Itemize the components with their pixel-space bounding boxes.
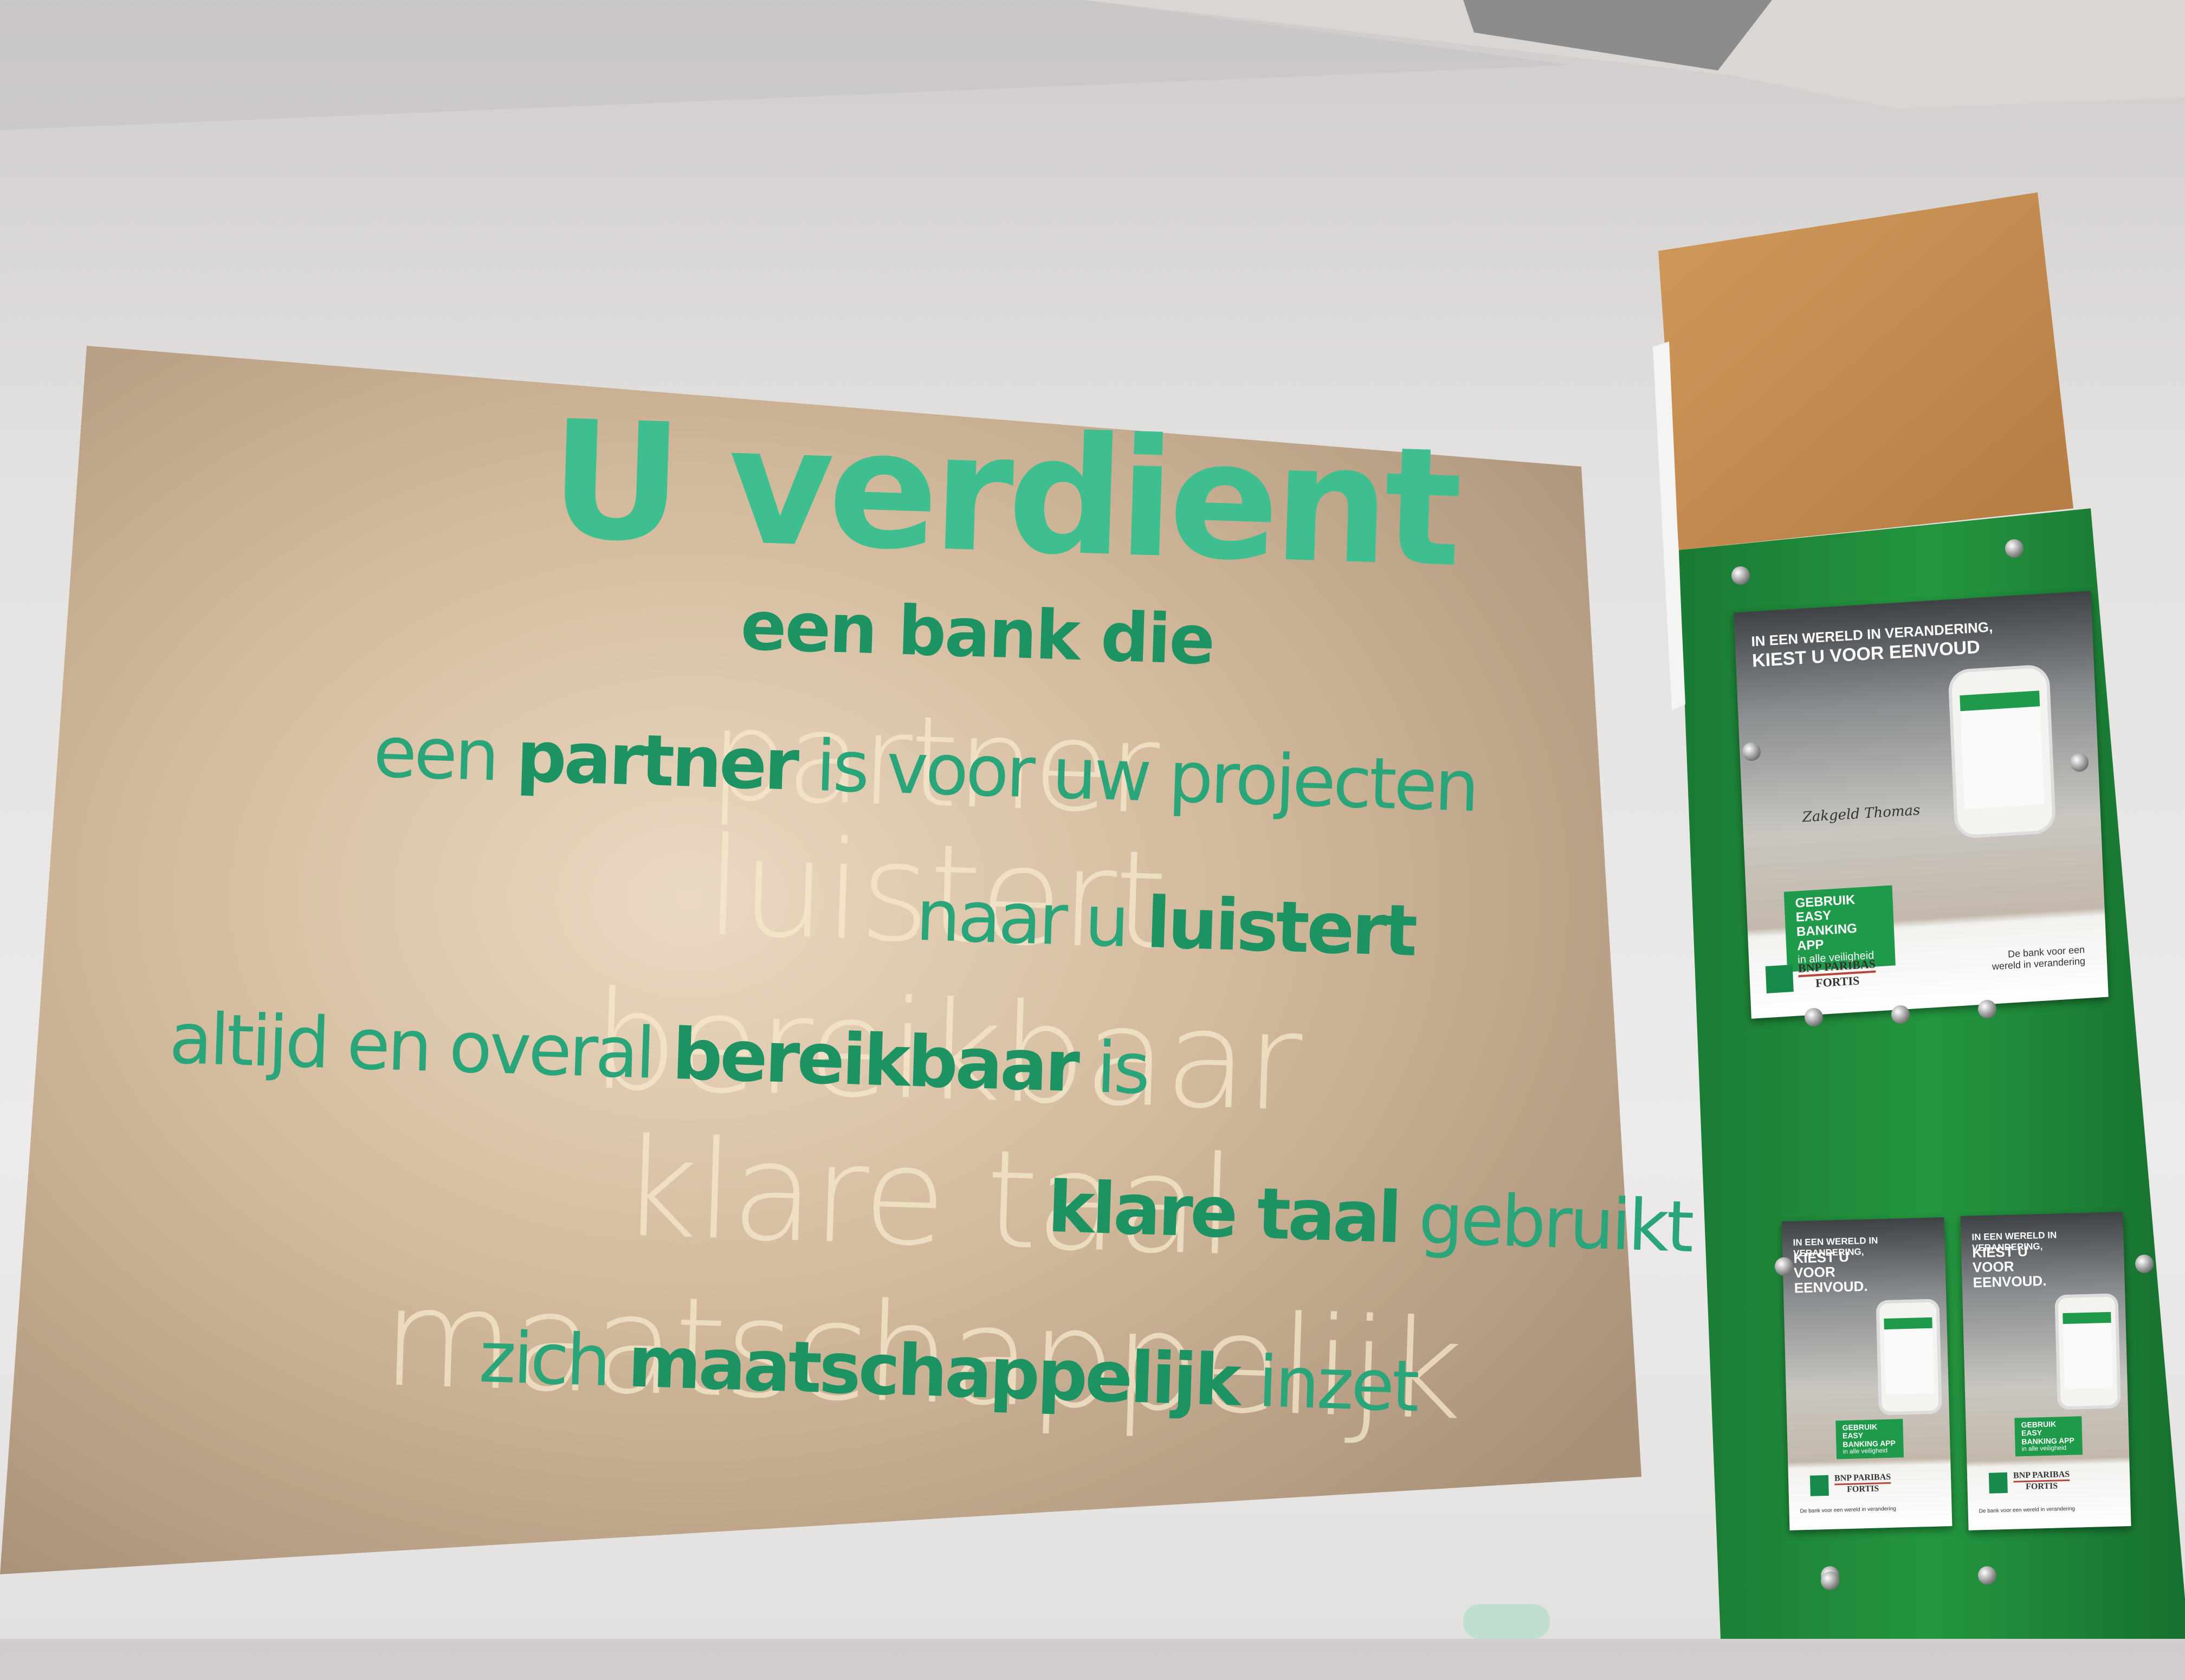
screw-icon	[1775, 1257, 1793, 1276]
bnp-logo-icon	[1988, 1472, 2008, 1494]
bnp-logo-icon	[1765, 964, 1794, 994]
cta-subtext: in alle veiligheid	[2021, 1444, 2067, 1453]
screw-icon	[2070, 753, 2089, 772]
screw-icon	[2135, 1255, 2154, 1273]
line-text: is	[1076, 1025, 1149, 1110]
screw-icon	[1742, 742, 1761, 761]
line-bold: luistert	[1145, 881, 1417, 972]
brand-name: BNP PARIBAS FORTIS	[1834, 1472, 1891, 1495]
tagline: De bank voor een wereld in verandering	[1992, 944, 2086, 972]
line-text: gebruikt	[1398, 1177, 1693, 1269]
line-bold: bereikbaar	[671, 1012, 1078, 1108]
cta-text: GEBRUIK EASY BANKING APP	[1842, 1422, 1896, 1449]
cta-text: GEBRUIK EASY BANKING APP	[2021, 1419, 2075, 1446]
phone-image	[1948, 664, 2057, 839]
screw-icon	[2005, 539, 2024, 558]
tagline: De bank voor een wereld in verandering	[1979, 1505, 2076, 1515]
line-text: naar u	[915, 874, 1148, 964]
cta-subtext: in alle veiligheid	[1843, 1447, 1888, 1456]
screw-icon	[1805, 1008, 1823, 1026]
handwriting: Zakgeld Thomas	[1802, 802, 1921, 826]
line-text: inzet	[1237, 1339, 1418, 1428]
screw-icon	[1978, 1566, 1996, 1585]
sign-line: een partner is voor uw projecten	[372, 710, 1478, 828]
subline: een bank die	[739, 586, 1215, 680]
line-bold: klare taal	[1046, 1165, 1401, 1259]
sign-line: naar u luistert	[915, 874, 1416, 972]
line-text: een	[372, 710, 518, 798]
brochure-heading: KIEST U VOOR EENVOUD.	[1793, 1248, 1868, 1296]
brochure-large[interactable]: IN EEN WERELD IN VERANDERING, KIEST U VO…	[1734, 591, 2109, 1019]
screw-icon	[1978, 1000, 1996, 1018]
line-text: zich	[478, 1315, 630, 1403]
cta-box: GEBRUIK EASY BANKING APP in alle veilighe…	[1835, 1419, 1904, 1459]
cta-text: GEBRUIK EASY BANKING APP	[1795, 892, 1858, 954]
tagline: De bank voor een wereld in verandering	[1800, 1505, 1897, 1515]
brochure-small[interactable]: IN EEN WERELD IN VERANDERING, KIEST U VO…	[1960, 1212, 2131, 1530]
brochure-heading: KIEST U VOOR EENVOUD.	[1971, 1243, 2047, 1291]
headline: U verdient	[547, 385, 1459, 603]
line-text: altijd en overal	[168, 997, 674, 1095]
line-bold: partner	[515, 715, 798, 806]
cta-box: GEBRUIK EASY BANKING APP in alle veilighe…	[2014, 1416, 2083, 1457]
brand-name: BNP PARIBAS FORTIS	[2013, 1469, 2070, 1492]
screw-icon	[1891, 1005, 1910, 1024]
brand-name: BNP PARIBAS FORTIS	[1798, 957, 1876, 990]
screw-icon	[1731, 566, 1750, 585]
phone-image	[1876, 1298, 1942, 1416]
brochure-small[interactable]: IN EEN WERELD IN VERANDERING, KIEST U VO…	[1781, 1217, 1953, 1530]
screw-icon	[1821, 1572, 1839, 1590]
phone-image	[2054, 1293, 2121, 1410]
bnp-logo-icon	[1809, 1475, 1829, 1496]
